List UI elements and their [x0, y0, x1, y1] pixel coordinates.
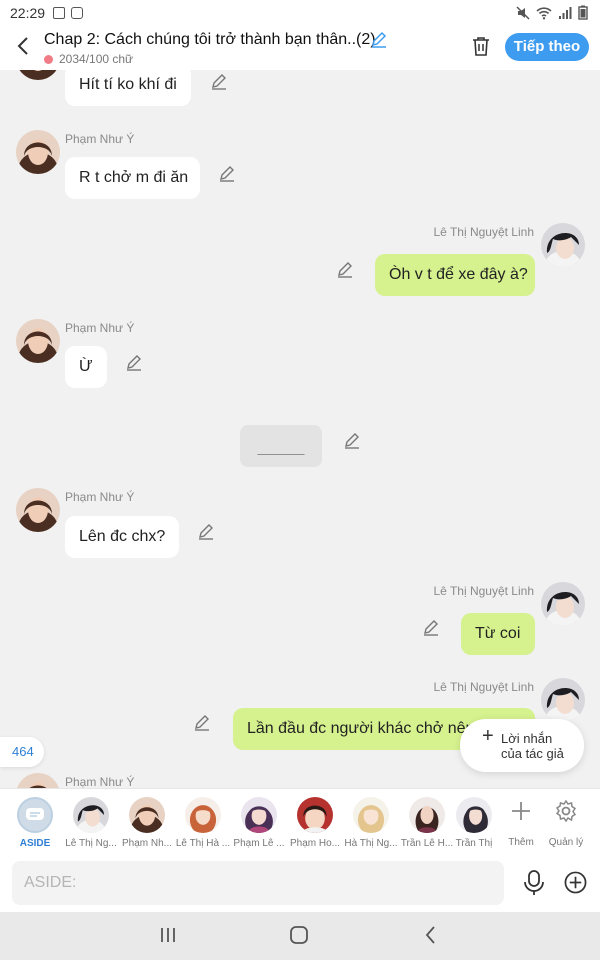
author-note-label: của tác giả [501, 746, 564, 761]
avatar-pham-nhu-y[interactable] [16, 319, 60, 363]
character-item[interactable]: Hà Thị Ng... [343, 797, 399, 849]
character-avatar [456, 797, 492, 833]
character-name: Phạm Lê ... [233, 838, 285, 849]
character-name: Trần Lê H... [400, 838, 454, 849]
message-bubble[interactable]: R t chở m đi ăn [65, 157, 200, 199]
add-character-button[interactable]: Thêm [501, 797, 541, 848]
character-item[interactable]: Phạm Ho... [287, 797, 343, 849]
edit-message-icon[interactable] [197, 522, 215, 540]
gear-icon [555, 799, 577, 823]
flower-icon [44, 54, 53, 64]
battery-icon [578, 5, 588, 20]
edit-message-icon[interactable] [343, 431, 361, 449]
trash-icon[interactable] [470, 35, 492, 57]
mute-icon [516, 5, 530, 20]
avatar-pham-nhu-y[interactable] [16, 130, 60, 174]
wifi-icon [536, 6, 552, 19]
gallery-notification-icon [53, 7, 66, 19]
character-name: Lê Thị Ng... [65, 838, 117, 849]
edit-title-icon[interactable] [370, 30, 388, 48]
aside-avatar [17, 797, 53, 833]
avatar-pham-nhu-y[interactable] [16, 70, 60, 80]
character-bar: ASIDE Lê Thị Ng... Phạm Nh... Lê Thị Hà … [0, 788, 600, 854]
narration-bubble[interactable]: ______ [240, 425, 322, 467]
word-count: 2034/100 chữ [44, 52, 133, 66]
app-notification-icon [71, 7, 84, 19]
character-avatar [185, 797, 221, 833]
word-count-text: 2034/100 chữ [59, 52, 134, 66]
message-bubble[interactable]: Hít tí ko khí đi [65, 70, 191, 106]
avatar-le-thi-nguyet-linh[interactable] [541, 582, 585, 626]
chapter-title[interactable]: Chap 2: Cách chúng tôi trở thành bạn thâ… [44, 31, 376, 49]
recent-apps-icon[interactable] [157, 924, 179, 946]
speech-bubble-icon [26, 808, 44, 820]
chevron-left-icon [17, 37, 28, 55]
author-note-button[interactable]: + Lời nhắn của tác giả [460, 719, 584, 772]
character-avatar [297, 797, 333, 833]
avatar-le-thi-nguyet-linh[interactable] [541, 223, 585, 267]
plus-icon [512, 802, 530, 820]
message-input[interactable] [12, 861, 504, 905]
avatar-le-thi-nguyet-linh[interactable] [541, 678, 585, 722]
message-bubble[interactable]: Từ coi [461, 613, 535, 655]
system-nav-bar [0, 912, 600, 960]
sender-name: Lê Thị Nguyệt Linh [433, 584, 534, 598]
character-item[interactable]: Trần Lê H... [399, 797, 455, 849]
chapter-header: Chap 2: Cách chúng tôi trở thành bạn thâ… [0, 26, 600, 70]
author-note-label: Lời nhắn [501, 731, 553, 746]
sender-name: Phạm Như Ý [65, 321, 135, 335]
character-aside[interactable]: ASIDE [7, 797, 63, 849]
sender-name: Phạm Như Ý [65, 775, 135, 788]
message-count-badge[interactable]: 464 [0, 737, 44, 767]
add-character-label: Thêm [508, 837, 534, 848]
character-item[interactable]: Lê Thị Hà ... [175, 797, 231, 849]
edit-message-icon[interactable] [193, 713, 211, 731]
chat-area: Hít tí ko khí đi Phạm Như Ý R t chở m đi… [0, 70, 600, 788]
plus-icon: + [482, 725, 494, 747]
message-bubble[interactable]: Lên đc chx? [65, 516, 179, 558]
manage-characters-label: Quản lý [548, 837, 584, 848]
character-item[interactable]: Trần Thị [448, 797, 500, 849]
character-name: Phạm Ho... [289, 838, 341, 849]
status-time: 22:29 [10, 5, 46, 21]
character-avatar [129, 797, 165, 833]
add-attachment-icon[interactable] [564, 871, 587, 894]
message-bubble[interactable]: Ừ [65, 346, 107, 388]
character-avatar [353, 797, 389, 833]
sender-name: Phạm Như Ý [65, 132, 135, 146]
edit-message-icon[interactable] [336, 260, 354, 278]
character-name: Hà Thị Ng... [344, 838, 398, 849]
character-name: Lê Thị Hà ... [175, 838, 231, 849]
back-nav-icon[interactable] [420, 924, 442, 946]
back-button[interactable] [12, 34, 36, 58]
sender-name: Lê Thị Nguyệt Linh [433, 225, 534, 239]
signal-icon [559, 6, 572, 19]
input-bar [0, 854, 600, 912]
status-bar: 22:29 [0, 0, 600, 26]
microphone-icon[interactable] [523, 870, 545, 896]
character-name: Trần Thị [455, 838, 493, 849]
character-item[interactable]: Phạm Lê ... [231, 797, 287, 849]
character-name: ASIDE [19, 838, 51, 849]
edit-message-icon[interactable] [218, 164, 236, 182]
edit-message-icon[interactable] [422, 618, 440, 636]
status-icons [516, 5, 588, 20]
character-avatar [241, 797, 277, 833]
character-item[interactable]: Phạm Nh... [119, 797, 175, 849]
home-icon[interactable] [288, 924, 310, 946]
manage-characters-button[interactable]: Quản lý [546, 797, 586, 848]
edit-message-icon[interactable] [210, 72, 228, 90]
character-item[interactable]: Lê Thị Ng... [63, 797, 119, 849]
character-name: Phạm Nh... [121, 838, 173, 849]
character-avatar [409, 797, 445, 833]
sender-name: Phạm Như Ý [65, 490, 135, 504]
character-avatar [73, 797, 109, 833]
avatar-pham-nhu-y[interactable] [16, 773, 60, 788]
edit-message-icon[interactable] [125, 353, 143, 371]
avatar-pham-nhu-y[interactable] [16, 488, 60, 532]
sender-name: Lê Thị Nguyệt Linh [433, 680, 534, 694]
next-button[interactable]: Tiếp theo [505, 33, 589, 61]
message-bubble[interactable]: Òh v t để xe đây à? [375, 254, 535, 296]
